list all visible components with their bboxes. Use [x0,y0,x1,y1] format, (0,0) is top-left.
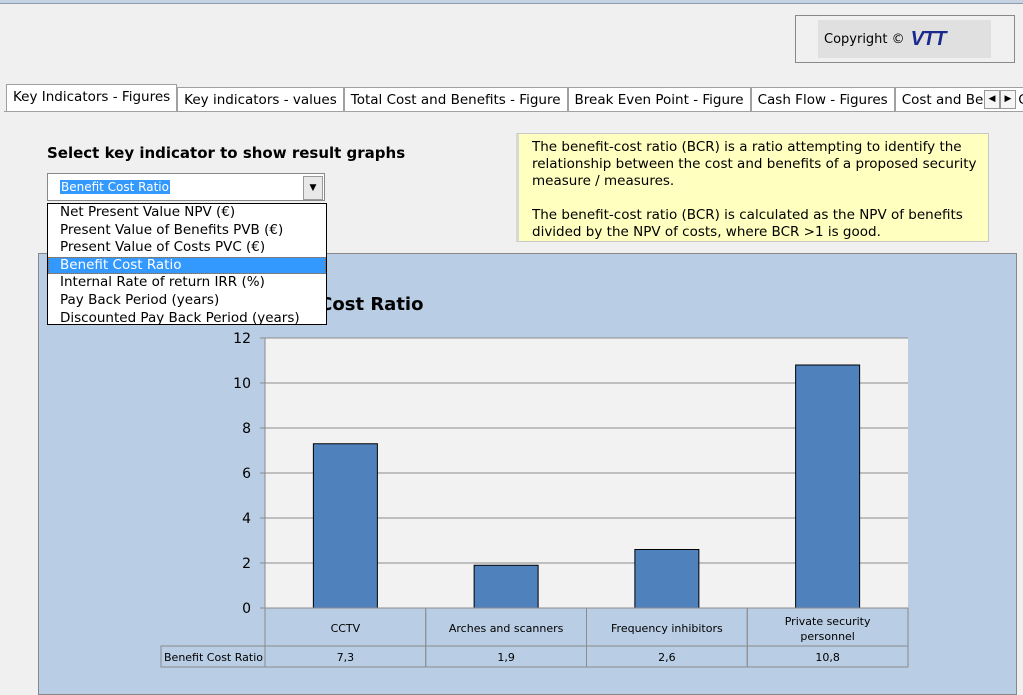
y-tick-label: 12 [233,331,251,347]
y-tick-label: 4 [242,511,251,527]
y-tick-label: 2 [242,556,251,572]
x-tick-label: Frequency inhibitors [611,622,723,635]
option-payback[interactable]: Pay Back Period (years) [48,292,326,310]
y-tick-label: 8 [242,421,251,437]
option-bcr[interactable]: Benefit Cost Ratio [48,256,326,275]
y-tick-label: 6 [242,466,251,482]
bar [473,564,539,609]
data-table-value: 10,8 [815,651,840,664]
option-npv[interactable]: Net Present Value NPV (€) [48,204,326,222]
x-tick-label: CCTV [331,622,361,635]
y-tick-label: 0 [242,601,251,617]
bar [312,443,378,609]
bar-chart: 0 2 4 6 8 10 12 CCTV 7,3 Arches and scanners 1,9 Fr… [160,331,909,668]
bar [795,364,861,609]
option-pvc[interactable]: Present Value of Costs PVC (€) [48,239,326,257]
data-table-value: 1,9 [497,651,515,664]
x-tick-label: personnel [800,630,855,643]
bar [634,549,700,609]
y-tick-label: 10 [233,376,251,392]
x-tick-label: Arches and scanners [449,622,564,635]
data-table-value: 2,6 [658,651,676,664]
data-table-value: 7,3 [337,651,355,664]
option-discounted-payback[interactable]: Discounted Pay Back Period (years) [48,310,326,328]
option-pvb[interactable]: Present Value of Benefits PVB (€) [48,222,326,240]
data-table-series-label: Benefit Cost Ratio [164,651,263,664]
indicator-dropdown-list: Net Present Value NPV (€) Present Value … [47,203,327,328]
option-irr[interactable]: Internal Rate of return IRR (%) [48,274,326,292]
x-tick-label: Private security [785,615,871,628]
